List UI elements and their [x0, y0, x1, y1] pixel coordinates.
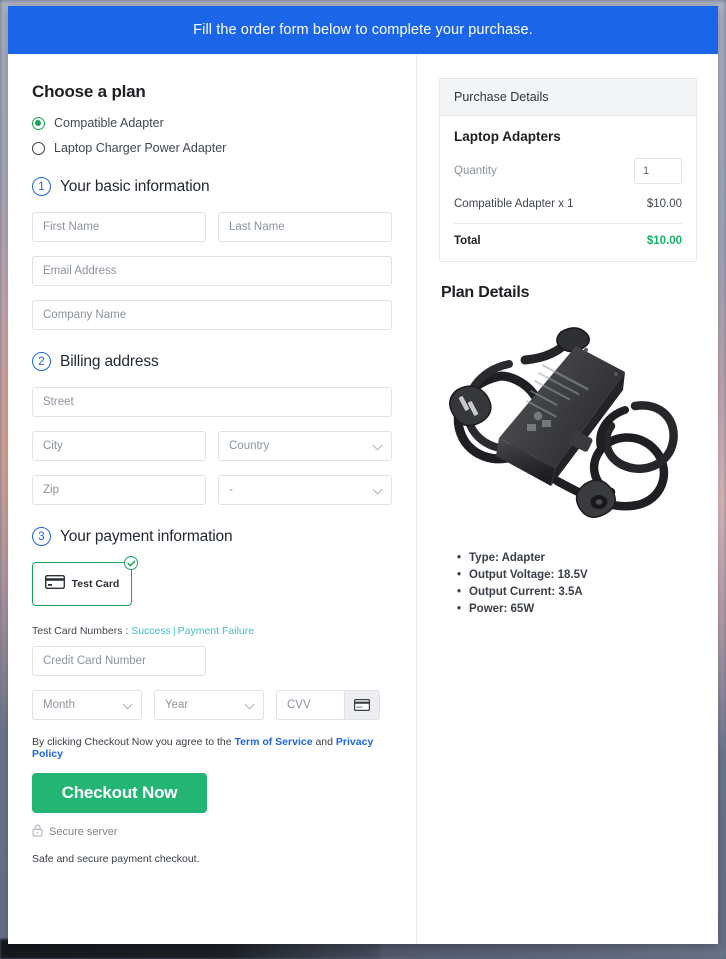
expiry-month-select[interactable]: Month — [32, 690, 142, 720]
terms-agreement-text: By clicking Checkout Now you agree to th… — [32, 736, 392, 760]
first-name-input[interactable] — [32, 212, 206, 242]
city-country-row: Country — [32, 431, 392, 461]
test-card-numbers-label: Test Card Numbers : — [32, 625, 129, 637]
company-name-input[interactable] — [32, 300, 392, 330]
instruction-banner: Fill the order form below to complete yo… — [8, 6, 718, 54]
credit-card-icon — [44, 574, 65, 594]
street-field-row — [32, 387, 392, 417]
total-label: Total — [454, 235, 481, 247]
card-number-row — [32, 646, 392, 676]
banner-message: Fill the order form below to complete yo… — [193, 22, 533, 38]
step-number-badge: 3 — [32, 527, 51, 546]
step-number-badge: 1 — [32, 177, 51, 196]
terms-prefix: By clicking Checkout Now you agree to th… — [32, 736, 232, 748]
plan-option-compatible-adapter[interactable]: Compatible Adapter — [32, 116, 392, 130]
step-payment-information-heading: 3 Your payment information — [32, 527, 392, 546]
term-of-service-link[interactable]: Term of Service — [235, 736, 313, 748]
step-billing-address-heading: 2 Billing address — [32, 352, 392, 371]
step-number-badge: 2 — [32, 352, 51, 371]
zip-state-row: - — [32, 475, 392, 505]
year-select-wrap: Year — [154, 690, 264, 720]
radio-icon-unselected[interactable] — [32, 141, 45, 155]
line-item-row: Compatible Adapter x 1 $10.00 — [454, 198, 682, 223]
expiry-year-select[interactable]: Year — [154, 690, 264, 720]
line-item-price: $10.00 — [646, 198, 682, 210]
line-item-label: Compatible Adapter x 1 — [454, 198, 574, 210]
test-card-numbers-hint: Test Card Numbers : Success | Payment Fail… — [32, 625, 392, 637]
country-select[interactable]: Country — [218, 431, 392, 461]
step-title: Your payment information — [60, 527, 233, 545]
quantity-row: Quantity — [454, 158, 682, 184]
purchase-details-body: Laptop Adapters Quantity Compatible Adap… — [440, 116, 696, 261]
secure-server-row: Secure server — [32, 824, 392, 840]
state-select[interactable]: - — [218, 475, 392, 505]
street-input[interactable] — [32, 387, 392, 417]
spec-item: Type: Adapter — [457, 552, 697, 564]
page-body: Choose a plan Compatible Adapter Laptop … — [8, 54, 718, 944]
state-select-wrap: - — [218, 475, 392, 505]
choose-plan-title: Choose a plan — [32, 82, 146, 101]
cvv-group — [276, 690, 380, 720]
plan-spec-list: Type: Adapter Output Voltage: 18.5V Outp… — [457, 552, 697, 615]
safe-secure-note: Safe and secure payment checkout. — [32, 853, 200, 865]
checkout-now-button[interactable]: Checkout Now — [32, 773, 207, 813]
summary-column: Purchase Details Laptop Adapters Quantit… — [417, 54, 718, 944]
test-card-label: Test Card — [71, 578, 120, 590]
plan-option-label: Compatible Adapter — [54, 116, 164, 130]
step-title: Billing address — [60, 352, 159, 370]
country-select-wrap: Country — [218, 431, 392, 461]
plan-option-laptop-charger-power-adapter[interactable]: Laptop Charger Power Adapter — [32, 141, 392, 155]
expiry-cvv-row: Month Year — [32, 690, 392, 720]
cvv-input[interactable] — [276, 690, 344, 720]
spec-item: Power: 65W — [457, 603, 697, 615]
plan-option-label: Laptop Charger Power Adapter — [54, 141, 227, 155]
spec-item: Output Current: 3.5A — [457, 586, 697, 598]
test-card-payment-method-tile[interactable]: Test Card — [32, 556, 138, 606]
email-input[interactable] — [32, 256, 392, 286]
purchase-details-header: Purchase Details — [440, 79, 696, 116]
total-row: Total $10.00 — [454, 223, 682, 247]
purchase-details-box: Purchase Details Laptop Adapters Quantit… — [439, 78, 697, 262]
checkout-page-card: Fill the order form below to complete yo… — [8, 6, 718, 944]
last-name-input[interactable] — [218, 212, 392, 242]
spec-item: Output Voltage: 18.5V — [457, 569, 697, 581]
link-separator: | — [172, 625, 176, 637]
total-price: $10.00 — [646, 235, 682, 247]
company-field-row — [32, 300, 392, 330]
zip-input[interactable] — [32, 475, 206, 505]
quantity-input[interactable] — [634, 158, 682, 184]
name-field-row — [32, 212, 392, 242]
payment-failure-test-card-link[interactable]: Payment Failure — [178, 625, 254, 637]
product-image — [439, 316, 697, 536]
month-select-wrap: Month — [32, 690, 142, 720]
order-form-column: Choose a plan Compatible Adapter Laptop … — [8, 54, 417, 944]
cvv-help-card-icon[interactable] — [344, 690, 380, 720]
step-basic-information-heading: 1 Your basic information — [32, 177, 392, 196]
radio-icon-selected[interactable] — [32, 116, 45, 130]
email-field-row — [32, 256, 392, 286]
city-input[interactable] — [32, 431, 206, 461]
step-title: Your basic information — [60, 177, 210, 195]
secure-server-label: Secure server — [49, 826, 118, 838]
quantity-label: Quantity — [454, 165, 497, 177]
product-name: Laptop Adapters — [454, 129, 561, 144]
plan-details-title: Plan Details — [441, 284, 530, 301]
terms-middle: and — [315, 736, 333, 748]
credit-card-number-input[interactable] — [32, 646, 206, 676]
lock-icon — [32, 824, 43, 840]
success-test-card-link[interactable]: Success — [131, 625, 171, 637]
check-circle-icon — [124, 556, 138, 570]
